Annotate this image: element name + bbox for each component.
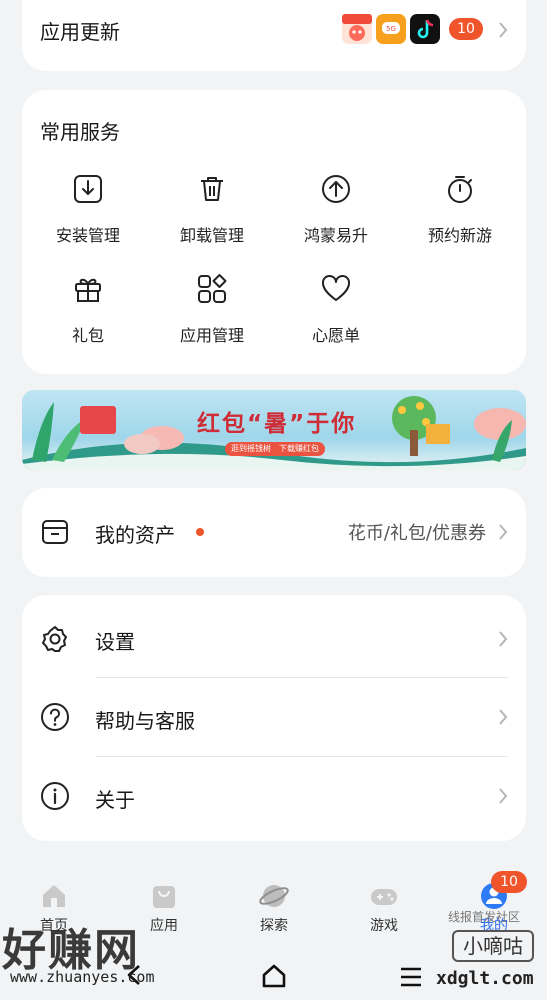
nav-mine-badge: 10 — [491, 871, 527, 893]
assets-summary: 花币/礼包/优惠券 — [347, 523, 486, 544]
banner-subtitle: 逛到摇钱树 下载赚红包 — [225, 442, 325, 456]
banner-title: 红包“暑”于你 — [197, 411, 357, 437]
summer-redpacket-banner[interactable]: 红包“暑”于你 逛到摇钱树 下载赚红包 — [22, 390, 526, 470]
settings-card: 设置 帮助与客服 关于 — [22, 595, 526, 841]
app-updates-card[interactable]: 应用更新 5G 10 — [22, 0, 526, 71]
douyin-icon — [410, 14, 440, 44]
nav-explore-label: 探索 — [260, 918, 288, 934]
about-row[interactable]: 关于 — [22, 757, 526, 837]
home-nav-icon[interactable] — [260, 962, 288, 990]
nav-explore[interactable]: 探索 — [234, 880, 314, 935]
preorder-games-button[interactable]: 预约新游 — [410, 172, 510, 262]
chevron-right-icon — [499, 22, 508, 38]
svg-text:5G: 5G — [386, 25, 396, 33]
upgrade-arrow-icon — [322, 175, 350, 203]
gift-pack-label: 礼包 — [71, 326, 104, 345]
preorder-games-label: 预约新游 — [427, 226, 492, 245]
updates-count-badge: 10 — [449, 18, 483, 40]
recent-apps-icon[interactable] — [398, 966, 424, 988]
chevron-right-icon — [499, 788, 508, 804]
about-label: 关于 — [95, 788, 135, 812]
app-manage-button[interactable]: 应用管理 — [162, 272, 262, 362]
common-services-card: 常用服务 安装管理 卸载管理 鸿蒙易升 预约新游 礼包 应用管理 心愿单 — [22, 90, 526, 374]
stopwatch-icon — [448, 176, 472, 203]
gift-pack-button[interactable]: 礼包 — [38, 272, 138, 362]
download-box-icon — [74, 175, 102, 203]
archive-box-icon — [42, 520, 68, 544]
uninstall-manage-label: 卸载管理 — [179, 226, 244, 245]
help-support-label: 帮助与客服 — [95, 709, 195, 733]
uninstall-manage-button[interactable]: 卸载管理 — [162, 172, 262, 262]
gift-icon — [75, 278, 101, 302]
watermark-url-right: xdglt.com — [436, 968, 534, 989]
my-assets-label: 我的资产 — [95, 523, 175, 547]
harmony-upgrade-label: 鸿蒙易升 — [303, 226, 368, 245]
gear-icon — [42, 626, 67, 652]
watermark-brand-box: 小嘀咕 — [452, 930, 534, 962]
nav-games-label: 游戏 — [370, 918, 398, 934]
info-icon — [41, 782, 69, 810]
settings-row[interactable]: 设置 — [22, 595, 526, 677]
settings-label: 设置 — [95, 630, 135, 654]
watermark-url-left: www.zhuanyes.com — [10, 968, 155, 986]
app-manage-label: 应用管理 — [179, 326, 244, 345]
chevron-right-icon — [499, 524, 508, 540]
app-icon-1 — [342, 14, 372, 44]
heart-icon — [322, 275, 350, 301]
gamepad-icon — [371, 889, 397, 905]
app-icon-2: 5G — [376, 14, 406, 44]
chevron-right-icon — [499, 631, 508, 647]
trash-icon — [201, 177, 223, 201]
apps-grid-icon — [198, 274, 227, 303]
app-updates-title: 应用更新 — [40, 20, 120, 44]
new-indicator-dot — [196, 528, 204, 536]
help-icon — [41, 703, 69, 731]
chevron-right-icon — [499, 709, 508, 725]
watermark-slogan: 线报首发社区 — [448, 910, 521, 924]
nav-games[interactable]: 游戏 — [344, 880, 424, 935]
help-support-row[interactable]: 帮助与客服 — [22, 678, 526, 756]
bag-icon — [153, 886, 175, 908]
my-assets-row[interactable]: 我的资产 花币/礼包/优惠券 — [22, 488, 526, 577]
wishlist-label: 心愿单 — [311, 326, 360, 345]
home-icon — [43, 885, 65, 907]
install-manage-button[interactable]: 安装管理 — [38, 172, 138, 262]
services-title: 常用服务 — [40, 120, 120, 144]
harmony-upgrade-button[interactable]: 鸿蒙易升 — [286, 172, 386, 262]
wishlist-button[interactable]: 心愿单 — [286, 272, 386, 362]
install-manage-label: 安装管理 — [55, 226, 120, 245]
planet-icon — [259, 885, 289, 907]
